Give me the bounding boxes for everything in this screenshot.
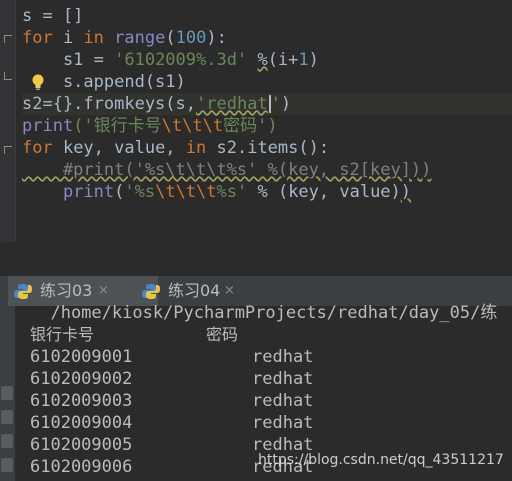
console-row-card: 6102009006 xyxy=(30,457,133,477)
console-row-password: redhat xyxy=(252,391,314,411)
console-row-password: redhat xyxy=(252,347,314,367)
lightbulb-icon[interactable] xyxy=(30,73,46,91)
console-row-password: redhat xyxy=(252,369,314,389)
fold-marker-icon[interactable] xyxy=(4,146,12,154)
console-action-icon[interactable] xyxy=(1,458,13,472)
python-icon xyxy=(142,284,160,299)
editor-separator xyxy=(0,242,512,276)
code-line-9[interactable]: print('%s\t\t\t%s' % (key, value)) xyxy=(22,181,411,203)
code-line-4[interactable]: s.append(s1) xyxy=(22,71,186,93)
code-line-5[interactable]: s2={}.fromkeys(s,'redhat ') xyxy=(22,93,512,115)
code-line-3[interactable]: s1 = '6102009%.3d' %(i+1) xyxy=(22,49,319,71)
code-editor[interactable]: s = [] for i in range(100): s1 = '610200… xyxy=(0,0,512,242)
console-row-password: redhat xyxy=(252,413,314,433)
code-line-7[interactable]: for key, value, in s2.items(): xyxy=(22,137,329,159)
console-action-icon[interactable] xyxy=(1,410,13,424)
fold-end-icon[interactable] xyxy=(4,72,12,80)
tab-label: 练习04 xyxy=(168,281,221,300)
console-action-icon[interactable] xyxy=(1,434,13,448)
console-action-icon[interactable] xyxy=(1,386,13,400)
console-header-card: 银行卡号 xyxy=(30,325,95,344)
python-icon xyxy=(14,284,32,299)
watermark: https://blog.csdn.net/qq_43511217 xyxy=(258,452,504,468)
console-toolbar xyxy=(0,306,15,481)
console-row-card: 6102009004 xyxy=(30,413,133,433)
console-row-card: 6102009002 xyxy=(30,369,133,389)
console-row-card: 6102009003 xyxy=(30,391,133,411)
tab-label: 练习03 xyxy=(40,281,93,300)
console-header-password: 密码 xyxy=(206,325,239,344)
code-line-1[interactable]: s = [] xyxy=(22,5,83,27)
fold-marker-icon[interactable] xyxy=(4,35,12,43)
console-row-card: 6102009005 xyxy=(30,435,133,455)
code-line-8[interactable]: #print('%s\t\t\t%s' %(key, s2[key])) xyxy=(22,159,431,181)
editor-gutter xyxy=(0,0,16,242)
code-line-2[interactable]: for i in range(100): xyxy=(22,27,227,49)
console-row-card: 6102009001 xyxy=(30,347,133,367)
console-path: /home/kiosk/PycharmProjects/redhat/day_0… xyxy=(30,303,498,323)
code-line-6[interactable]: print('银行卡号\t\t\t密码') xyxy=(22,115,278,137)
